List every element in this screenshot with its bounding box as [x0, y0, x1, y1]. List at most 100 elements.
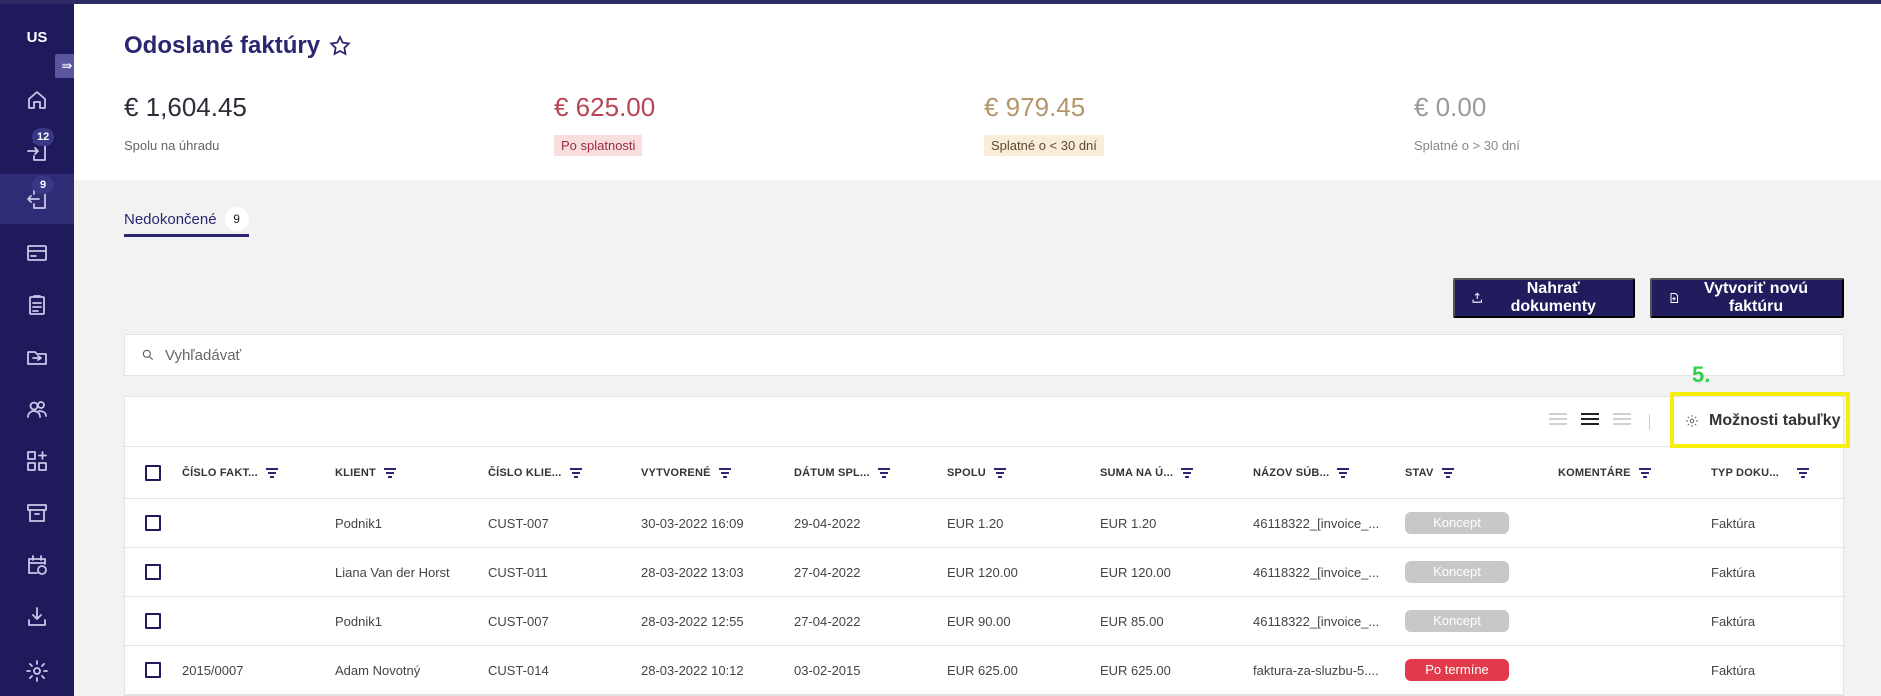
tab-unfinished[interactable]: Nedokončené 9: [124, 207, 249, 231]
table-row[interactable]: Podnik1 CUST-007 30-03-2022 16:09 29-04-…: [125, 499, 1843, 548]
cell-due-date: 27-04-2022: [794, 613, 861, 629]
density-wide-icon[interactable]: [1613, 413, 1631, 429]
apps-add-icon: [27, 451, 47, 471]
filter-icon[interactable]: [1441, 467, 1454, 478]
create-invoice-button[interactable]: Vytvoriť novú faktúru: [1650, 278, 1844, 318]
stat-amount: € 979.45: [984, 92, 1086, 122]
calendar-sync-icon: [28, 555, 47, 575]
filter-icon[interactable]: [1337, 467, 1350, 478]
home-icon: [28, 91, 46, 109]
stat-amount: € 625.00: [554, 92, 656, 122]
cell-total: EUR 1.20: [947, 515, 1004, 531]
filter-icon[interactable]: [718, 467, 731, 478]
stat-due-under-30[interactable]: € 979.45 Splatné o < 30 dní: [984, 92, 1104, 156]
column-header-client-number[interactable]: ČÍSLO KLIE...: [488, 447, 582, 498]
upload-documents-button[interactable]: Nahrať dokumenty: [1453, 278, 1635, 318]
row-checkbox[interactable]: [145, 646, 161, 694]
status-badge: Koncept: [1405, 610, 1509, 632]
status-badge: Koncept: [1405, 561, 1509, 583]
filter-icon[interactable]: [1181, 467, 1194, 478]
sidebar-item-transfers[interactable]: [0, 332, 74, 382]
cell-total: EUR 120.00: [947, 564, 1018, 580]
cell-client: Liana Van der Horst: [335, 564, 450, 580]
cell-client-number: CUST-007: [488, 613, 549, 629]
sidebar: US ⇛ 12 9: [0, 0, 79, 696]
invoices-table: Možnosti tabuľky ČÍSLO FAKT... KLIENT ČÍ…: [124, 396, 1844, 696]
cell-status: Koncept: [1405, 499, 1509, 547]
star-icon[interactable]: [328, 34, 352, 58]
row-checkbox[interactable]: [145, 548, 161, 596]
stat-label: Splatné o > 30 dní: [1414, 138, 1520, 153]
page-title-text: Odoslané faktúry: [124, 32, 321, 59]
sidebar-item-payments[interactable]: [0, 228, 74, 278]
sidebar-badge: 9: [32, 176, 54, 194]
cell-total: EUR 625.00: [947, 662, 1018, 678]
table-row[interactable]: 2015/0007 Adam Novotný CUST-014 28-03-20…: [125, 646, 1843, 695]
sidebar-item-apps[interactable]: [0, 436, 74, 486]
cell-created: 28-03-2022 13:03: [641, 564, 744, 580]
table-row[interactable]: Liana Van der Horst CUST-011 28-03-2022 …: [125, 548, 1843, 597]
column-header-document-type[interactable]: TYP DOKU...: [1711, 447, 1810, 498]
filter-icon[interactable]: [569, 467, 582, 478]
filter-icon[interactable]: [877, 467, 890, 478]
stat-due-over-30[interactable]: € 0.00 Splatné o > 30 dní: [1414, 92, 1527, 156]
column-header-file-name[interactable]: NÁZOV SÚB...: [1253, 447, 1350, 498]
tab-active-indicator: [124, 234, 249, 237]
page-title: Odoslané faktúry: [124, 32, 352, 60]
row-checkbox[interactable]: [145, 499, 161, 547]
clipboard-icon: [29, 295, 45, 315]
column-header-created[interactable]: VYTVORENÉ: [641, 447, 731, 498]
filter-icon[interactable]: [1797, 467, 1810, 478]
column-header-invoice-number[interactable]: ČÍSLO FAKT...: [182, 447, 278, 498]
sidebar-item-tasks[interactable]: [0, 280, 74, 330]
cell-created: 28-03-2022 10:12: [641, 662, 744, 678]
sidebar-item-archive[interactable]: [0, 488, 74, 538]
column-header-comments[interactable]: KOMENTÁRE: [1558, 447, 1651, 498]
cell-invoice-number: 2015/0007: [182, 662, 244, 678]
density-compact-icon[interactable]: [1549, 413, 1567, 429]
sidebar-item-sent-invoices[interactable]: 9: [0, 174, 74, 224]
sidebar-item-contacts[interactable]: [0, 384, 74, 434]
table-row[interactable]: Podnik1 CUST-007 28-03-2022 12:55 27-04-…: [125, 597, 1843, 646]
filter-icon[interactable]: [383, 467, 396, 478]
step-highlight-box: [1670, 392, 1850, 448]
cell-client: Podnik1: [335, 613, 382, 629]
cell-file-name[interactable]: faktura-za-sluzbu-5....: [1253, 646, 1379, 694]
cell-file-name[interactable]: 46118322_[invoice_...: [1253, 597, 1379, 645]
column-header-total[interactable]: SPOLU: [947, 447, 1006, 498]
cell-file-name[interactable]: 46118322_[invoice_...: [1253, 499, 1379, 547]
main-content: Odoslané faktúry € 1,604.45 Spolu na úhr…: [74, 0, 1881, 696]
settings-icon: [26, 660, 48, 682]
column-header-status[interactable]: STAV: [1405, 447, 1454, 498]
sidebar-item-settings[interactable]: [0, 646, 74, 696]
cell-file-name[interactable]: 46118322_[invoice_...: [1253, 548, 1379, 596]
cell-created: 30-03-2022 16:09: [641, 515, 744, 531]
filter-icon[interactable]: [265, 467, 278, 478]
column-header-due-date[interactable]: DÁTUM SPL...: [794, 447, 890, 498]
cell-status: Po termíne: [1405, 646, 1509, 694]
credit-card-icon: [27, 245, 47, 261]
status-badge: Koncept: [1405, 512, 1509, 534]
row-checkbox[interactable]: [145, 597, 161, 645]
sidebar-item-home[interactable]: [0, 75, 74, 125]
archive-icon: [27, 504, 47, 522]
cell-due-date: 29-04-2022: [794, 515, 861, 531]
cell-client-number: CUST-011: [488, 564, 548, 580]
filter-icon[interactable]: [993, 467, 1006, 478]
stat-total-due: € 1,604.45 Spolu na úhradu: [124, 92, 247, 156]
tab-label: Nedokončené: [124, 210, 217, 228]
sidebar-item-downloads[interactable]: [0, 592, 74, 642]
folder-transfer-icon: [27, 351, 47, 365]
sidebar-item-schedule[interactable]: [0, 540, 74, 590]
stat-overdue[interactable]: € 625.00 Po splatnosti: [554, 92, 655, 156]
tab-count-badge: 9: [224, 207, 249, 231]
cell-status: Koncept: [1405, 548, 1509, 596]
search-input[interactable]: [165, 346, 1765, 364]
filter-icon[interactable]: [1638, 467, 1651, 478]
select-all-checkbox[interactable]: [145, 447, 161, 498]
stat-label: Spolu na úhradu: [124, 138, 220, 153]
column-header-amount-due[interactable]: SUMA NA Ú...: [1100, 447, 1194, 498]
sidebar-item-received-documents[interactable]: 12: [0, 126, 74, 176]
column-header-client[interactable]: KLIENT: [335, 447, 396, 498]
density-medium-icon[interactable]: [1581, 413, 1599, 429]
